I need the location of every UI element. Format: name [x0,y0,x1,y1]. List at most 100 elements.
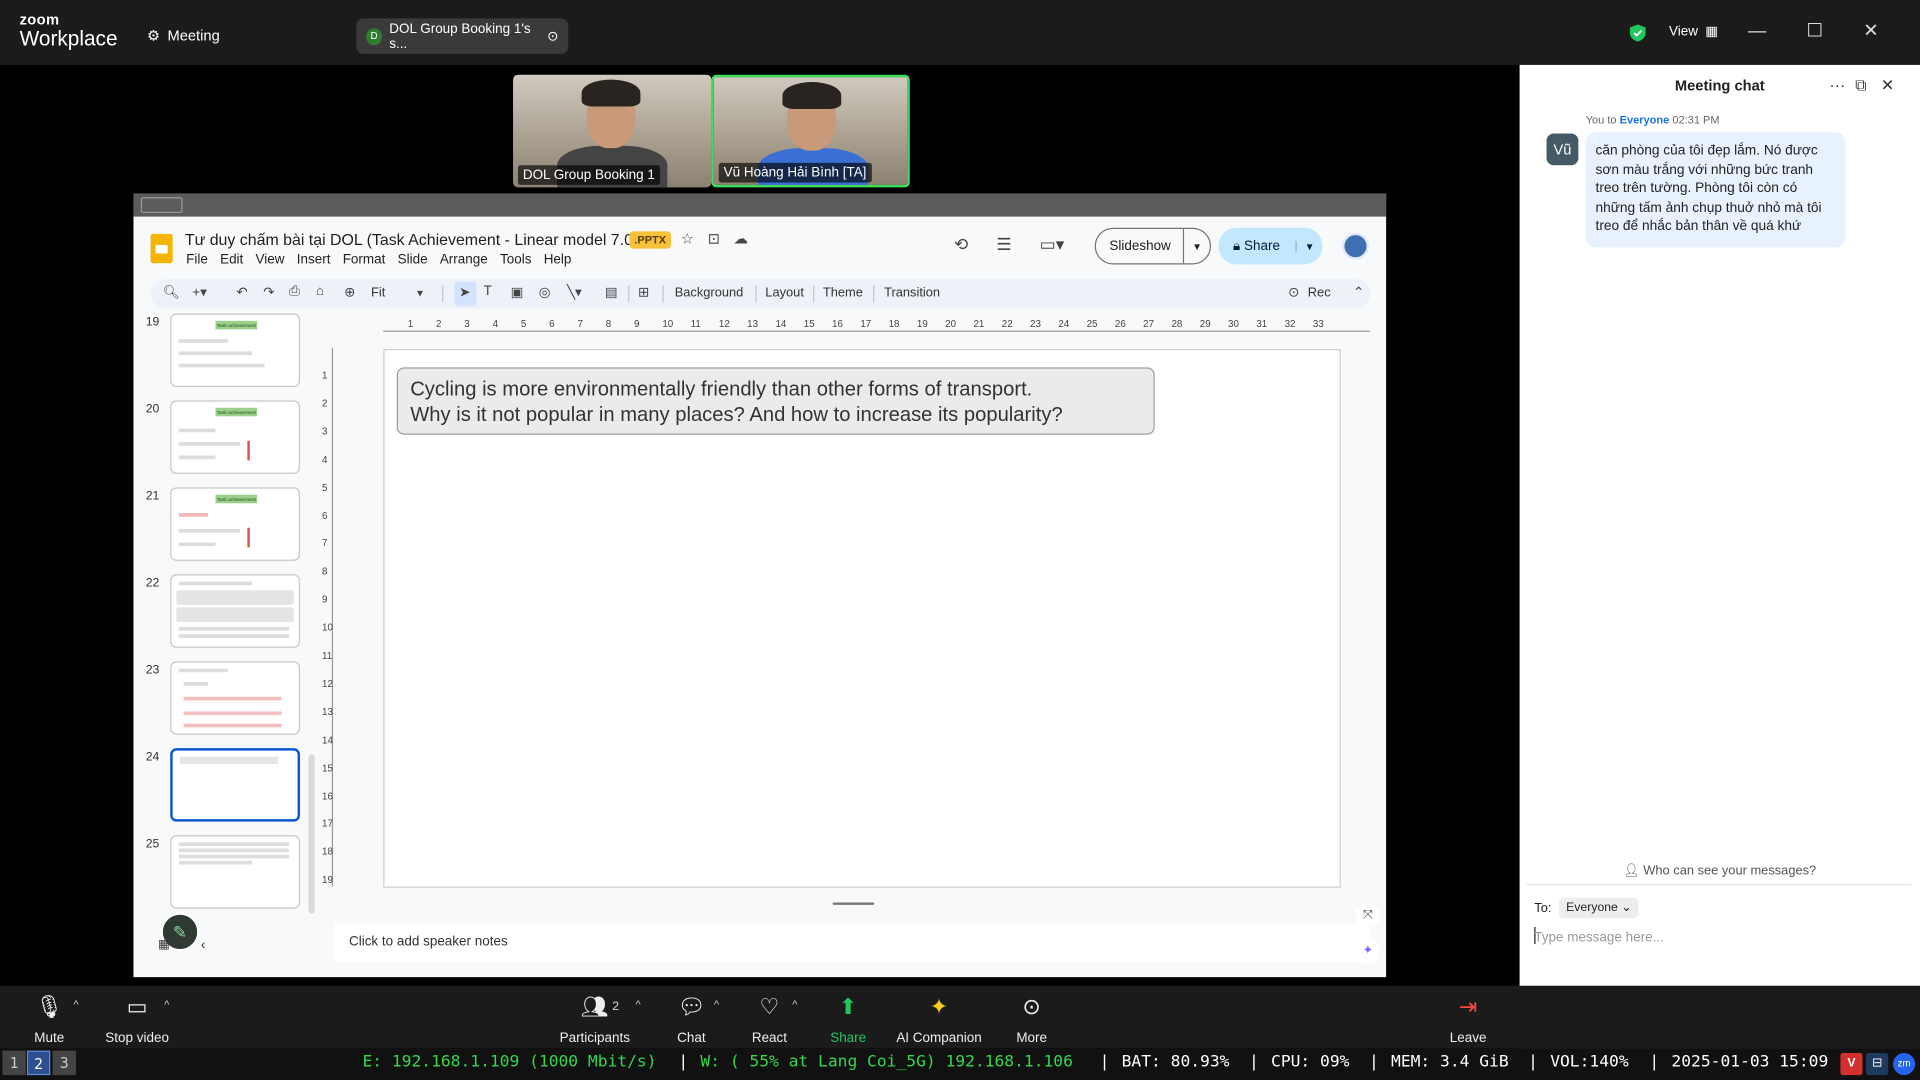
mute-button[interactable]: 🎙︎ Mute [34,993,64,1045]
notes-resize-handle[interactable] [832,902,875,905]
meet-camera-icon[interactable]: ▭▾ [1040,234,1065,258]
maximize-icon[interactable]: ☐ [1802,20,1826,44]
chat-options-icon[interactable]: ^ [714,998,719,1010]
zoom-tray-icon[interactable]: zm [1893,1053,1916,1076]
theme-button[interactable]: Theme [823,285,863,300]
who-can-see-link[interactable]: 👤︎ Who can see your messages? [1520,862,1920,878]
search-menus-icon[interactable]: 🔍︎ [163,284,180,300]
menu-format[interactable]: Format [343,252,386,267]
more-icon[interactable]: ··· [1829,65,1845,107]
slide-thumbnail[interactable]: 23 [133,661,329,739]
zoom-select[interactable]: Fit [371,285,385,300]
layout-button[interactable]: Layout [765,285,804,300]
audio-options-icon[interactable]: ^ [73,998,78,1010]
record-icon[interactable]: ⊙ [1288,284,1299,300]
encryption-shield-icon[interactable] [1629,24,1646,42]
popout-icon[interactable]: ⧉ [1855,65,1866,107]
background-button[interactable]: Background [675,285,744,300]
share-dropdown-icon[interactable]: ▼ [1295,240,1323,252]
text-box-icon[interactable]: T [484,284,492,299]
slides-logo-icon[interactable] [150,233,173,264]
zoom-dropdown-icon[interactable]: ▼ [415,288,425,299]
menu-tools[interactable]: Tools [500,252,531,267]
participants-options-icon[interactable]: ^ [636,998,641,1010]
video-options-icon[interactable]: ^ [164,998,169,1010]
move-folder-icon[interactable]: ⊡ [708,230,720,247]
filmstrip-scrollbar[interactable] [308,754,315,914]
video-insert-icon[interactable]: ▤ [605,284,618,300]
redo-icon[interactable]: ↷ [263,284,274,300]
question-text-box[interactable]: Cycling is more environmentally friendly… [396,367,1155,435]
minimize-icon[interactable]: — [1745,20,1769,44]
ruler-tick: 21 [973,318,985,330]
line-icon[interactable]: ╲▾ [567,284,582,300]
slide-thumbnail-selected[interactable]: 24 [133,748,329,826]
cloud-status-icon[interactable]: ☁ [733,230,748,247]
slide-thumbnail[interactable]: 25 [133,835,329,913]
slideshow-button[interactable]: Slideshow ▼ [1094,227,1212,265]
slide-canvas[interactable]: Cycling is more environmentally friendly… [383,348,1341,888]
more-options-icon[interactable]: ⊙ [547,28,558,44]
menu-help[interactable]: Help [544,252,572,267]
menu-slide[interactable]: Slide [398,252,428,267]
slide-thumbnail[interactable]: 22 [133,574,329,652]
video-tile-active-speaker[interactable]: Vũ Hoàng Hải Bình [TA] [711,74,910,188]
star-icon[interactable]: ☆ [681,230,694,247]
image-icon[interactable]: ▣ [511,284,524,300]
comments-icon[interactable]: ☰ [992,234,1016,258]
share-screen-icon: ⬆ [838,994,858,1019]
menu-arrange[interactable]: Arrange [440,252,488,267]
screen-share-pill[interactable]: D DOL Group Booking 1's s... ⊙ [356,18,569,54]
react-button[interactable]: ♡ React [752,993,787,1045]
grid-view-icon[interactable]: ▦ [158,938,170,951]
share-screen-button[interactable]: ⬆ Share [830,993,866,1045]
print-icon[interactable]: ⎙ [289,284,300,300]
slide-thumbnail[interactable]: 19 Task achievement [133,313,329,391]
undo-icon[interactable]: ↶ [236,284,247,300]
workspace-1[interactable]: 1 [2,1050,26,1076]
slideshow-dropdown-icon[interactable]: ▼ [1183,228,1210,264]
vivaldi-tray-icon[interactable]: V [1840,1053,1863,1076]
menu-insert[interactable]: Insert [297,252,331,267]
more-button[interactable]: ⊙ More [1016,993,1047,1045]
meeting-info-button[interactable]: ⚙ Meeting [147,27,220,44]
doc-title[interactable]: Tư duy chấm bài tại DOL (Task Achievemen… [185,230,638,248]
slideshow-label: Slideshow [1109,238,1171,254]
speaker-notes[interactable]: Click to add speaker notes [334,923,1371,963]
close-chat-icon[interactable]: ✕ [1881,65,1894,107]
slide-thumbnail[interactable]: 20 Task achievement [133,400,329,478]
collapse-toolbar-icon[interactable]: ⌃ [1353,284,1364,300]
add-comment-icon[interactable]: ⊞ [638,284,649,300]
select-cursor-icon[interactable]: ➤ [459,284,470,300]
close-icon[interactable]: ✕ [1859,20,1883,44]
new-slide-icon[interactable]: +▾ [192,284,207,300]
zoom-icon[interactable]: ⊕ [344,284,355,300]
network-tray-icon[interactable]: ⊟ [1866,1053,1889,1076]
expand-notes-icon[interactable]: ⤧ [1355,903,1381,929]
shape-icon[interactable]: ◎ [539,284,551,300]
gemini-icon[interactable]: ✦ [1355,939,1381,964]
transition-button[interactable]: Transition [884,285,940,300]
video-tile-host[interactable]: DOL Group Booking 1 [513,74,712,188]
workspace-3[interactable]: 3 [52,1050,76,1076]
recipient-select[interactable]: Everyone ⌄ [1558,897,1639,919]
react-options-icon[interactable]: ^ [792,998,797,1010]
leave-button[interactable]: ⇥ Leave [1450,993,1487,1045]
view-button[interactable]: View ▦ [1669,23,1718,39]
menu-file[interactable]: File [186,252,208,267]
paint-format-icon[interactable]: ⌂ [316,284,324,299]
collapse-filmstrip-icon[interactable]: ‹ [201,938,205,953]
doc-share-button[interactable]: 🔒︎ Share ▼ [1218,227,1323,265]
menu-view[interactable]: View [256,252,285,267]
account-avatar[interactable] [1342,232,1369,260]
slide-thumbnail[interactable]: 21 Task achievement [133,487,329,565]
rec-button[interactable]: Rec [1308,285,1331,300]
chat-message-input[interactable] [1534,926,1902,949]
chat-button[interactable]: 💬︎ Chat [677,993,705,1045]
history-icon[interactable]: ⟲ [949,234,973,258]
stop-video-button[interactable]: ▭ Stop video [105,993,169,1045]
chat-message[interactable]: căn phòng của tôi đẹp lắm. Nó được sơn m… [1585,132,1846,247]
ai-companion-button[interactable]: ✦ AI Companion [896,993,981,1045]
workspace-2[interactable]: 2 [26,1050,51,1076]
menu-edit[interactable]: Edit [220,252,243,267]
